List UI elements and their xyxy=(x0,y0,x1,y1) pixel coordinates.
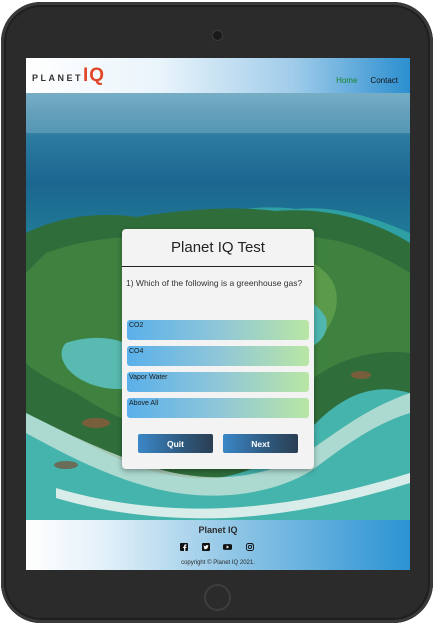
answer-option-co4[interactable]: CO4 xyxy=(127,346,309,366)
site-logo[interactable]: PLANET IQ xyxy=(32,65,106,86)
social-links xyxy=(179,542,254,551)
copyright-text: copyright © Planet IQ 2021. xyxy=(181,560,255,566)
hero-island-background: Planet IQ Test 1) Which of the following… xyxy=(26,93,410,520)
quiz-question: 1) Which of the following is a greenhous… xyxy=(126,278,303,288)
footer-title: Planet IQ xyxy=(198,525,238,535)
logo-planet-text: PLANET xyxy=(32,73,83,83)
instagram-icon[interactable] xyxy=(245,542,254,551)
main-nav: Home Contact xyxy=(336,76,398,85)
next-button[interactable]: Next xyxy=(223,434,298,453)
answer-option-co2[interactable]: CO2 xyxy=(127,320,309,340)
answer-option-above-all[interactable]: Above All xyxy=(127,398,309,418)
site-footer: Planet IQ copyright © Planet IQ 2021. xyxy=(26,520,410,570)
nav-contact-link[interactable]: Contact xyxy=(370,76,398,85)
quiz-card: Planet IQ Test 1) Which of the following… xyxy=(122,229,314,469)
title-divider xyxy=(122,266,314,267)
youtube-icon[interactable] xyxy=(223,542,232,551)
answer-option-vapor-water[interactable]: Vapor Water xyxy=(127,372,309,392)
quit-button[interactable]: Quit xyxy=(138,434,213,453)
logo-iq-text: IQ xyxy=(83,65,106,86)
camera-dot xyxy=(213,31,222,40)
facebook-icon[interactable] xyxy=(179,542,188,551)
tablet-frame: PLANET IQ Home Contact Planet IQ Test 1)… xyxy=(1,2,433,623)
screen: PLANET IQ Home Contact Planet IQ Test 1)… xyxy=(26,58,410,570)
nav-home-link[interactable]: Home xyxy=(336,76,357,85)
twitter-icon[interactable] xyxy=(201,542,210,551)
home-hardware-button[interactable] xyxy=(204,584,231,611)
quiz-title: Planet IQ Test xyxy=(171,239,265,256)
site-header: PLANET IQ Home Contact xyxy=(26,58,410,93)
